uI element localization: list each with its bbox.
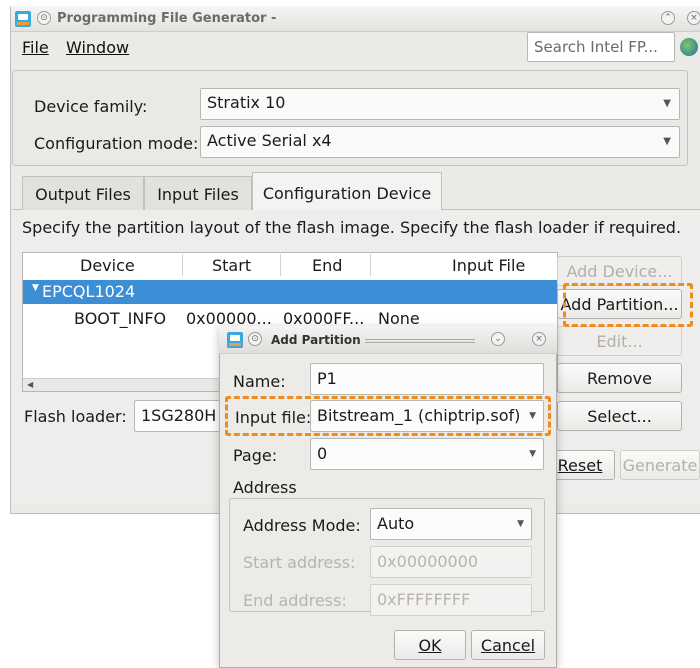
start-address-field[interactable]: 0x00000000 [370,546,532,578]
menu-window[interactable]: Window [66,38,129,57]
generate-button[interactable]: Generate [620,450,700,480]
tab-input-files[interactable]: Input Files [144,176,252,210]
column-divider [182,254,183,276]
collapse-arrow-icon[interactable]: ▼ [32,283,39,293]
cancel-button[interactable]: Cancel [471,630,545,660]
column-end[interactable]: End [312,256,342,275]
search-input[interactable]: Search Intel FP... [527,32,675,62]
minimize-icon[interactable]: ⌃ [661,11,675,25]
remove-button[interactable]: Remove [557,363,682,393]
tab-configuration-device[interactable]: Configuration Device [252,172,442,210]
device-family-select[interactable]: Stratix 10 ▼ [200,88,680,120]
window-title: Programming File Generator - [57,11,277,26]
edit-button[interactable]: Edit... [557,326,682,356]
page-label: Page: [233,446,278,465]
chevron-down-icon: ▼ [663,98,671,109]
name-field[interactable]: P1 [310,363,544,395]
column-divider [280,254,281,276]
window-menu-icon[interactable]: ⊙ [37,11,51,25]
flash-loader-label: Flash loader: [24,407,127,426]
tab-output-files[interactable]: Output Files [22,176,144,210]
close-icon[interactable]: × [532,332,546,346]
quartus-app-icon [15,11,31,27]
dialog-title: Add Partition [271,333,361,347]
row-device-name[interactable]: BOOT_INFO [74,309,166,328]
end-address-label: End address: [243,591,347,610]
select-button[interactable]: Select... [557,401,682,431]
configuration-mode-select[interactable]: Active Serial x4 ▼ [200,126,680,158]
column-input-file[interactable]: Input File [452,256,525,275]
chevron-down-icon: ▼ [529,449,536,459]
scroll-left-icon[interactable]: ◀ [27,380,33,389]
page-select[interactable]: 0 ▼ [310,438,544,470]
address-mode-select[interactable]: Auto ▼ [370,508,532,540]
address-group-label: Address [233,478,297,497]
window-menu-icon[interactable]: ⊙ [248,332,262,346]
chevron-down-icon: ▼ [517,519,524,529]
dialog-title-bar: ⊙ Add Partition ⌄ × [219,326,557,354]
close-icon[interactable]: × [687,11,700,25]
input-file-label: Input file: [235,408,312,427]
column-start[interactable]: Start [212,256,251,275]
name-label: Name: [233,372,286,391]
add-device-button[interactable]: Add Device... [557,256,682,286]
title-bar: ⊙ Programming File Generator - ⌃ × [11,6,700,32]
ok-button[interactable]: OK [394,630,466,660]
chevron-down-icon: ▼ [663,136,671,147]
quartus-app-icon [227,332,243,348]
column-device[interactable]: Device [80,256,135,275]
menu-file[interactable]: File [22,38,49,57]
instruction-text: Specify the partition layout of the flas… [22,218,682,237]
globe-icon[interactable] [680,38,698,56]
flash-loader-field[interactable]: 1SG280H [134,400,224,432]
start-address-label: Start address: [243,553,356,572]
column-divider [370,254,371,276]
chevron-down-icon: ▼ [529,411,536,421]
row-device-name: EPCQL1024 [42,282,136,301]
configuration-mode-label: Configuration mode: [34,134,199,153]
device-family-label: Device family: [34,97,148,116]
title-grip [365,339,475,343]
end-address-field[interactable]: 0xFFFFFFFF [370,584,532,616]
add-partition-button[interactable]: Add Partition... [557,289,682,319]
input-file-select[interactable]: Bitstream_1 (chiptrip.sof) ▼ [310,400,544,432]
minimize-icon[interactable]: ⌄ [491,332,505,346]
address-mode-label: Address Mode: [243,516,361,535]
